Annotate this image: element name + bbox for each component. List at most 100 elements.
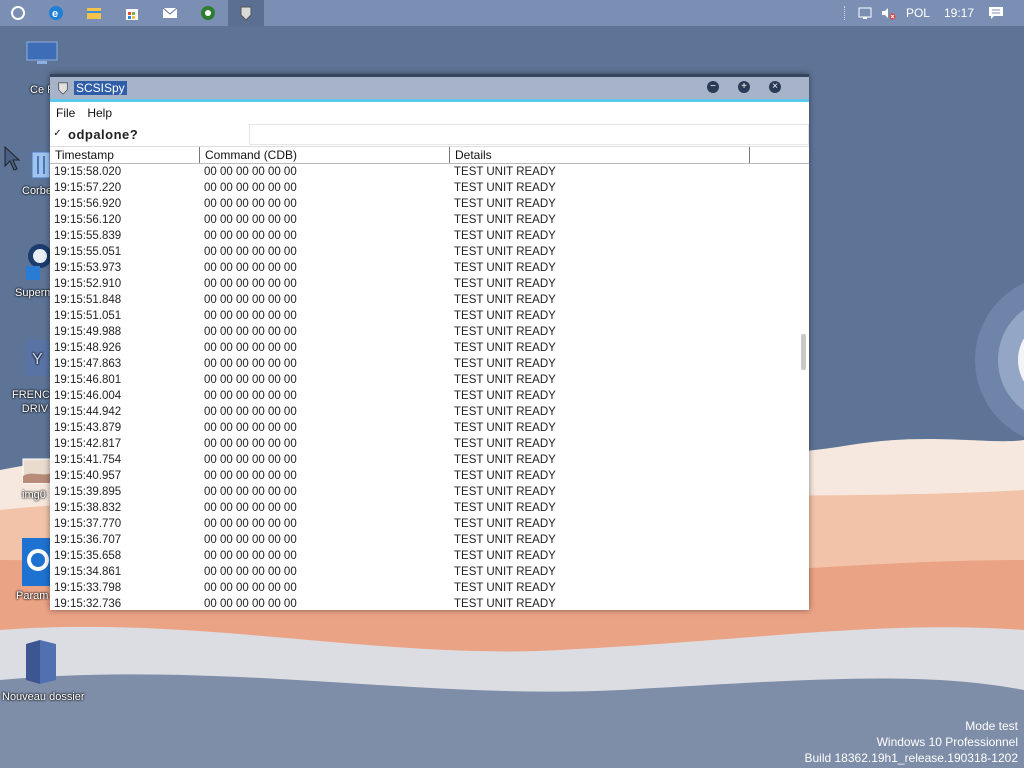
table-row[interactable]: 19:15:32.736 00 00 00 00 00 00 TEST UNIT R… — [50, 596, 800, 610]
column-header-details[interactable]: Details — [450, 147, 750, 163]
filter-bar: ✓ odpalone? — [50, 124, 809, 147]
minimize-button[interactable]: − — [707, 81, 719, 93]
action-center-icon[interactable] — [988, 5, 1004, 21]
timestamp-cell: 19:15:53.973 — [54, 262, 122, 274]
details-cell: TEST UNIT READY — [454, 166, 556, 178]
watermark-line-1: Mode test — [965, 719, 1018, 733]
table-row[interactable]: 19:15:42.817 00 00 00 00 00 00 TEST UNIT R… — [50, 436, 800, 452]
file-explorer-button[interactable] — [76, 0, 112, 26]
command-cell: 00 00 00 00 00 00 — [204, 166, 297, 178]
maximize-button[interactable]: + — [738, 81, 750, 93]
edge-button[interactable]: e — [38, 0, 74, 26]
details-cell: TEST UNIT READY — [454, 534, 556, 546]
filter-label: odpalone? — [68, 127, 139, 142]
language-indicator[interactable]: POL — [906, 6, 930, 20]
mail-icon — [162, 7, 178, 18]
table-row[interactable]: 19:15:47.863 00 00 00 00 00 00 TEST UNIT R… — [50, 356, 800, 372]
table-row[interactable]: 19:15:40.957 00 00 00 00 00 00 TEST UNIT R… — [50, 468, 800, 484]
table-row[interactable]: 19:15:55.051 00 00 00 00 00 00 TEST UNIT R… — [50, 244, 800, 260]
timestamp-cell: 19:15:55.839 — [54, 230, 122, 242]
table-row[interactable]: 19:15:55.839 00 00 00 00 00 00 TEST UNIT R… — [50, 228, 800, 244]
filter-checkbox[interactable]: ✓ — [52, 128, 63, 139]
command-cell: 00 00 00 00 00 00 — [204, 342, 297, 354]
timestamp-cell: 19:15:37.770 — [54, 518, 122, 530]
store-button[interactable] — [114, 0, 150, 26]
table-row[interactable]: 19:15:43.879 00 00 00 00 00 00 TEST UNIT R… — [50, 420, 800, 436]
scsispy-taskbar-button[interactable] — [228, 0, 264, 26]
desktop-icon-new-folder[interactable] — [22, 638, 58, 686]
table-row[interactable]: 19:15:41.754 00 00 00 00 00 00 TEST UNIT R… — [50, 452, 800, 468]
command-cell: 00 00 00 00 00 00 — [204, 518, 297, 530]
clock[interactable]: 19:17 — [944, 6, 974, 20]
command-cell: 00 00 00 00 00 00 — [204, 422, 297, 434]
command-cell: 00 00 00 00 00 00 — [204, 278, 297, 290]
svg-text:Y: Y — [32, 351, 43, 368]
details-cell: TEST UNIT READY — [454, 598, 556, 610]
table-row[interactable]: 19:15:48.926 00 00 00 00 00 00 TEST UNIT R… — [50, 340, 800, 356]
table-row[interactable]: 19:15:33.798 00 00 00 00 00 00 TEST UNIT R… — [50, 580, 800, 596]
scrollbar-thumb[interactable] — [801, 334, 806, 370]
desktop-icon-this-pc[interactable] — [22, 40, 62, 70]
command-cell: 00 00 00 00 00 00 — [204, 438, 297, 450]
table-row[interactable]: 19:15:39.895 00 00 00 00 00 00 TEST UNIT R… — [50, 484, 800, 500]
app-green-button[interactable] — [190, 0, 226, 26]
system-tray: POL 19:17 — [843, 0, 1024, 26]
table-row[interactable]: 19:15:53.973 00 00 00 00 00 00 TEST UNIT R… — [50, 260, 800, 276]
timestamp-cell: 19:15:41.754 — [54, 454, 122, 466]
table-row[interactable]: 19:15:46.004 00 00 00 00 00 00 TEST UNIT R… — [50, 388, 800, 404]
details-cell: TEST UNIT READY — [454, 422, 556, 434]
edge-icon: e — [49, 6, 63, 20]
details-cell: TEST UNIT READY — [454, 198, 556, 210]
details-cell: TEST UNIT READY — [454, 406, 556, 418]
svg-text:e: e — [52, 8, 58, 20]
menu-file[interactable]: File — [50, 106, 81, 120]
desktop-label-recycle-bin: Corbe — [22, 185, 52, 197]
cortana-button[interactable] — [0, 0, 36, 26]
command-cell: 00 00 00 00 00 00 — [204, 326, 297, 338]
table-row[interactable]: 19:15:57.220 00 00 00 00 00 00 TEST UNIT R… — [50, 180, 800, 196]
command-cell: 00 00 00 00 00 00 — [204, 534, 297, 546]
mail-button[interactable] — [152, 0, 188, 26]
timestamp-cell: 19:15:47.863 — [54, 358, 122, 370]
command-cell: 00 00 00 00 00 00 — [204, 310, 297, 322]
command-cell: 00 00 00 00 00 00 — [204, 262, 297, 274]
table-row[interactable]: 19:15:34.861 00 00 00 00 00 00 TEST UNIT R… — [50, 564, 800, 580]
details-cell: TEST UNIT READY — [454, 438, 556, 450]
table-row[interactable]: 19:15:38.832 00 00 00 00 00 00 TEST UNIT R… — [50, 500, 800, 516]
table-row[interactable]: 19:15:35.658 00 00 00 00 00 00 TEST UNIT R… — [50, 548, 800, 564]
table-row[interactable]: 19:15:49.988 00 00 00 00 00 00 TEST UNIT R… — [50, 324, 800, 340]
timestamp-cell: 19:15:49.988 — [54, 326, 122, 338]
table-row[interactable]: 19:15:51.848 00 00 00 00 00 00 TEST UNIT R… — [50, 292, 800, 308]
test-mode-watermark: Mode test Windows 10 Professionnel Build… — [804, 718, 1018, 766]
command-cell: 00 00 00 00 00 00 — [204, 198, 297, 210]
table-row[interactable]: 19:15:52.910 00 00 00 00 00 00 TEST UNIT R… — [50, 276, 800, 292]
command-cell: 00 00 00 00 00 00 — [204, 486, 297, 498]
scsispy-app-icon — [58, 82, 68, 95]
volume-muted-icon[interactable] — [880, 5, 896, 21]
scsispy-taskbar-icon — [240, 6, 252, 21]
column-header-command[interactable]: Command (CDB) — [200, 147, 450, 163]
title-bar[interactable]: SCSISpy − + × — [50, 77, 809, 99]
table-row[interactable]: 19:15:51.051 00 00 00 00 00 00 TEST UNIT R… — [50, 308, 800, 324]
filter-input[interactable] — [249, 124, 809, 145]
command-cell: 00 00 00 00 00 00 — [204, 246, 297, 258]
menu-help[interactable]: Help — [81, 106, 118, 120]
table-row[interactable]: 19:15:58.020 00 00 00 00 00 00 TEST UNIT R… — [50, 164, 800, 180]
table-row[interactable]: 19:15:56.120 00 00 00 00 00 00 TEST UNIT R… — [50, 212, 800, 228]
taskbar: e POL 19:17 — [0, 0, 1024, 26]
table-row[interactable]: 19:15:44.942 00 00 00 00 00 00 TEST UNIT R… — [50, 404, 800, 420]
command-cell: 00 00 00 00 00 00 — [204, 374, 297, 386]
this-pc-icon — [26, 41, 58, 64]
table-row[interactable]: 19:15:36.707 00 00 00 00 00 00 TEST UNIT R… — [50, 532, 800, 548]
timestamp-cell: 19:15:46.801 — [54, 374, 122, 386]
vertical-scrollbar[interactable] — [799, 164, 809, 610]
table-row[interactable]: 19:15:46.801 00 00 00 00 00 00 TEST UNIT R… — [50, 372, 800, 388]
tray-separator — [843, 6, 846, 20]
table-row[interactable]: 19:15:37.770 00 00 00 00 00 00 TEST UNIT R… — [50, 516, 800, 532]
details-cell: TEST UNIT READY — [454, 310, 556, 322]
table-row[interactable]: 19:15:56.920 00 00 00 00 00 00 TEST UNIT R… — [50, 196, 800, 212]
column-header-timestamp[interactable]: Timestamp — [50, 147, 200, 163]
close-button[interactable]: × — [769, 81, 781, 93]
details-cell: TEST UNIT READY — [454, 214, 556, 226]
network-icon[interactable] — [858, 5, 874, 21]
